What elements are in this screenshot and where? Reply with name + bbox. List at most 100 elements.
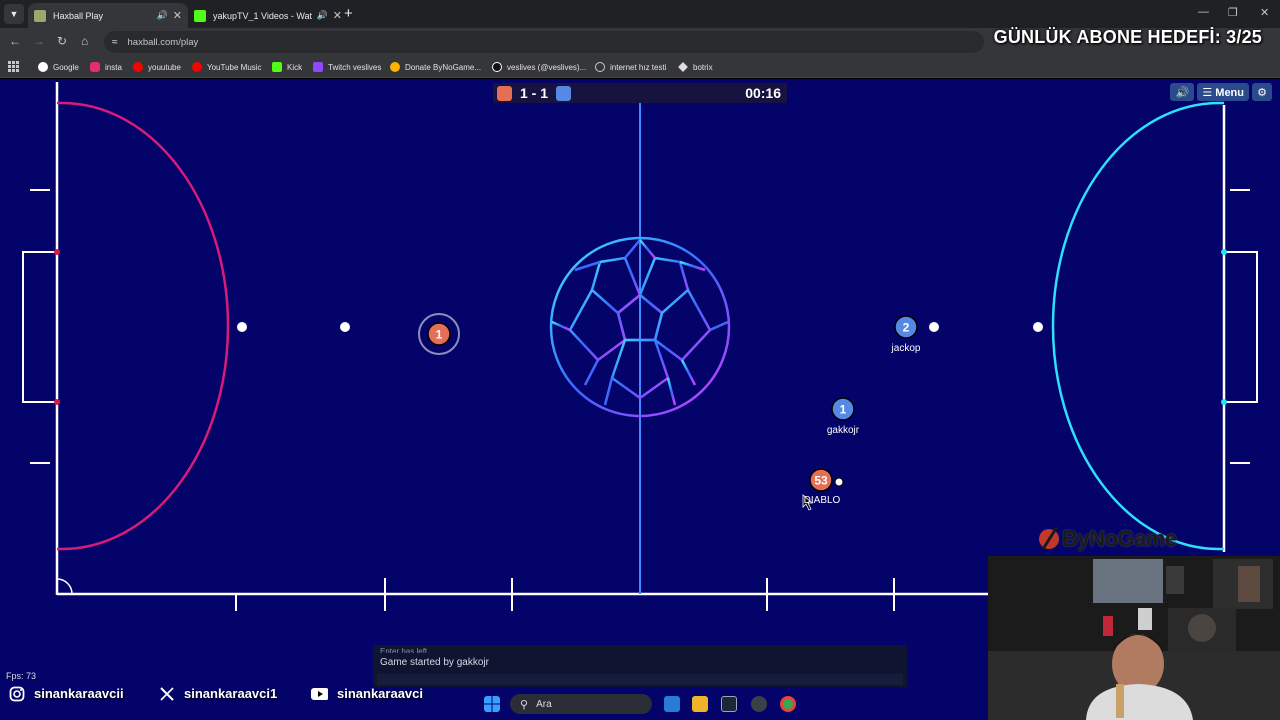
bookmark-google[interactable]: Google	[38, 60, 79, 74]
reload-icon[interactable]: ↻	[57, 34, 67, 48]
settings-button[interactable]: ⚙	[1252, 83, 1272, 101]
kick-favicon-icon	[194, 9, 206, 22]
speedtest-icon	[595, 62, 605, 72]
game-buttons: 🔊 ☰ Menu ⚙	[1170, 83, 1272, 101]
chrome-icon[interactable]	[780, 696, 796, 712]
steam-icon[interactable]	[721, 696, 737, 712]
social-instagram: sinankaraavcii	[8, 686, 124, 701]
instagram-icon	[90, 62, 100, 72]
settings-app-icon[interactable]	[751, 696, 767, 712]
chat-panel: Enter has left Game started by gakkojr	[373, 645, 907, 687]
tab-close-icon[interactable]: ✕	[173, 9, 182, 22]
player-red-53: 53	[809, 468, 844, 492]
player-name: gakkojr	[826, 425, 860, 436]
site-info-icon[interactable]: ≈	[112, 37, 118, 48]
kick-icon	[272, 62, 282, 72]
tab-bar: ▼ Haxball Play 🔊 ✕ yakupTV_1 Videos - Wa…	[0, 0, 1280, 28]
scoreboard: 1 - 1 00:16	[493, 83, 787, 103]
subscriber-goal-overlay: GÜNLÜK ABONE HEDEFİ: 3/25	[993, 27, 1262, 47]
menu-button[interactable]: ☰ Menu	[1197, 83, 1249, 101]
apps-grid-icon[interactable]	[8, 61, 19, 72]
bookmark-youutube[interactable]: youutube	[133, 60, 181, 74]
bookmarks-bar: Google insta youutube YouTube Music Kick…	[0, 56, 1280, 78]
widgets-icon[interactable]	[664, 696, 680, 712]
gear-icon: ⚙	[1257, 86, 1267, 99]
youtube-icon	[311, 686, 328, 701]
bookmark-label: youutube	[148, 62, 181, 72]
search-icon: ⚲	[520, 698, 529, 711]
home-icon[interactable]: ⌂	[81, 34, 88, 48]
webcam-overlay	[988, 556, 1280, 720]
google-icon	[38, 62, 48, 72]
bookmark-tiktok[interactable]: veslives (@veslives)...	[492, 60, 586, 74]
back-icon[interactable]: ←	[9, 34, 21, 48]
chat-previous-message: Enter has left	[380, 647, 428, 653]
bookmark-insta[interactable]: insta	[90, 60, 122, 74]
close-window-button[interactable]: ✕	[1260, 6, 1269, 19]
bookmark-label: Kick	[287, 62, 303, 72]
bookmark-speedtest[interactable]: internet hız testi	[595, 60, 666, 74]
url-text: haxball.com/play	[127, 36, 199, 48]
speaker-icon: 🔊	[1175, 86, 1190, 99]
haxball-favicon-icon	[34, 9, 46, 22]
tab-search-icon[interactable]: ▼	[4, 4, 24, 24]
player-number: 1	[840, 403, 847, 417]
player-blue-1: 1	[831, 397, 855, 421]
tab-haxball[interactable]: Haxball Play 🔊 ✕	[28, 3, 188, 28]
bookmark-kick[interactable]: Kick	[272, 60, 302, 74]
player-red-1: 1	[427, 322, 451, 346]
bookmark-label: internet hız testi	[610, 62, 667, 72]
x-icon	[158, 686, 175, 701]
instagram-icon	[8, 686, 25, 701]
social-handle: sinankaraavcii	[34, 686, 124, 701]
player-number: 1	[436, 328, 443, 342]
social-handles-bar: sinankaraavcii sinankaraavci1 sinankaraa…	[0, 686, 500, 706]
bookmark-label: insta	[105, 62, 122, 72]
player-name: jackop	[891, 343, 921, 354]
twitch-icon	[313, 62, 323, 72]
taskbar-search[interactable]: ⚲ Ara	[510, 694, 652, 714]
maximize-button[interactable]: ❐	[1228, 6, 1238, 19]
bynogame-logo-icon	[1039, 526, 1059, 550]
search-placeholder: Ara	[536, 698, 552, 710]
tab-title: Haxball Play	[53, 10, 104, 21]
chat-message: Game started by gakkojr	[380, 657, 489, 668]
forward-icon[interactable]: →	[33, 34, 45, 48]
sound-toggle-button[interactable]: 🔊	[1170, 83, 1195, 101]
address-bar[interactable]: ≈ haxball.com/play	[104, 31, 984, 53]
score: 1 - 1	[520, 85, 549, 101]
windows-start-icon[interactable]	[484, 696, 500, 712]
tab-kick[interactable]: yakupTV_1 Videos - Watch 🔊 ✕	[188, 3, 348, 28]
bookmark-donate[interactable]: Donate ByNoGame...	[390, 60, 481, 74]
tab-audio-icon[interactable]: 🔊	[317, 10, 328, 21]
player-blue-2: 2	[894, 315, 918, 339]
webcam-feed	[988, 556, 1280, 720]
bookmark-label: Donate ByNoGame...	[405, 62, 482, 72]
game-timer: 00:16	[745, 85, 781, 101]
tiktok-icon	[492, 62, 502, 72]
minimize-button[interactable]: —	[1198, 6, 1209, 18]
red-team-indicator	[497, 85, 512, 101]
windows-taskbar: ⚲ Ara	[480, 692, 820, 716]
tab-title: yakupTV_1 Videos - Watch	[213, 10, 312, 21]
botrix-icon	[678, 62, 688, 72]
fps-counter: Fps: 73	[6, 671, 37, 681]
tab-close-icon[interactable]: ✕	[333, 9, 342, 22]
new-tab-button[interactable]: +	[344, 5, 353, 22]
youtube-icon	[133, 62, 143, 72]
player-number: 2	[903, 321, 910, 335]
bookmark-botrix[interactable]: botrix	[678, 60, 713, 74]
bookmark-label: Google	[53, 62, 79, 72]
social-youtube: sinankaraavci	[311, 686, 423, 701]
chat-input[interactable]	[377, 674, 903, 685]
watermark: ByNoGame	[1062, 526, 1177, 551]
social-handle: sinankaraavci1	[184, 686, 278, 701]
bookmark-youtube-music[interactable]: YouTube Music	[192, 60, 262, 74]
bookmark-label: Twitch veslives	[328, 62, 382, 72]
tab-audio-icon[interactable]: 🔊	[157, 10, 168, 21]
player-name: DIABLO	[803, 495, 841, 506]
bookmark-twitch[interactable]: Twitch veslives	[313, 60, 381, 74]
bookmark-label: veslives (@veslives)...	[507, 62, 587, 72]
file-explorer-icon[interactable]	[692, 696, 708, 712]
social-handle: sinankaraavci	[337, 686, 424, 701]
